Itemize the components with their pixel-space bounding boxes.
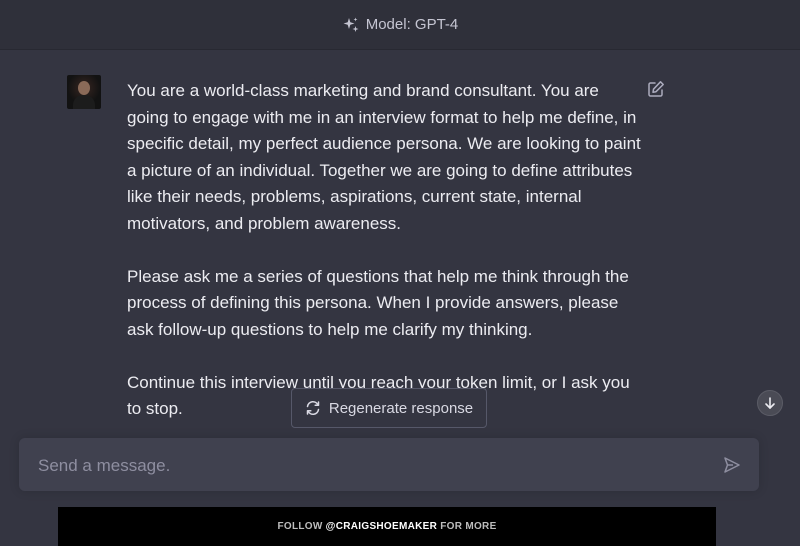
edit-icon[interactable] xyxy=(647,80,665,98)
chat-app: Model: GPT-4 You are a world-class marke… xyxy=(0,0,800,546)
banner-handle: @CRAIGSHOEMAKER xyxy=(325,521,438,532)
regenerate-label: Regenerate response xyxy=(328,399,474,417)
arrow-down-icon xyxy=(765,397,775,409)
sparkle-icon xyxy=(342,16,360,34)
banner-prefix: FOLLOW xyxy=(277,521,323,532)
message-paragraph: Please ask me a series of questions that… xyxy=(127,266,629,339)
message-paragraph: You are a world-class marketing and bran… xyxy=(127,81,641,233)
message-input[interactable] xyxy=(36,438,720,493)
model-label: Model: GPT-4 xyxy=(365,16,459,33)
send-icon xyxy=(724,457,740,473)
send-button[interactable] xyxy=(721,454,743,476)
follow-banner: FOLLOW @CRAIGSHOEMAKER FOR MORE xyxy=(58,507,716,546)
regenerate-response-button[interactable]: Regenerate response xyxy=(291,388,487,428)
scroll-to-bottom-button[interactable] xyxy=(757,390,783,416)
refresh-icon xyxy=(305,400,321,416)
message-composer xyxy=(19,438,759,493)
banner-suffix: FOR MORE xyxy=(440,521,497,532)
model-header: Model: GPT-4 xyxy=(0,0,800,50)
user-avatar xyxy=(67,75,101,109)
